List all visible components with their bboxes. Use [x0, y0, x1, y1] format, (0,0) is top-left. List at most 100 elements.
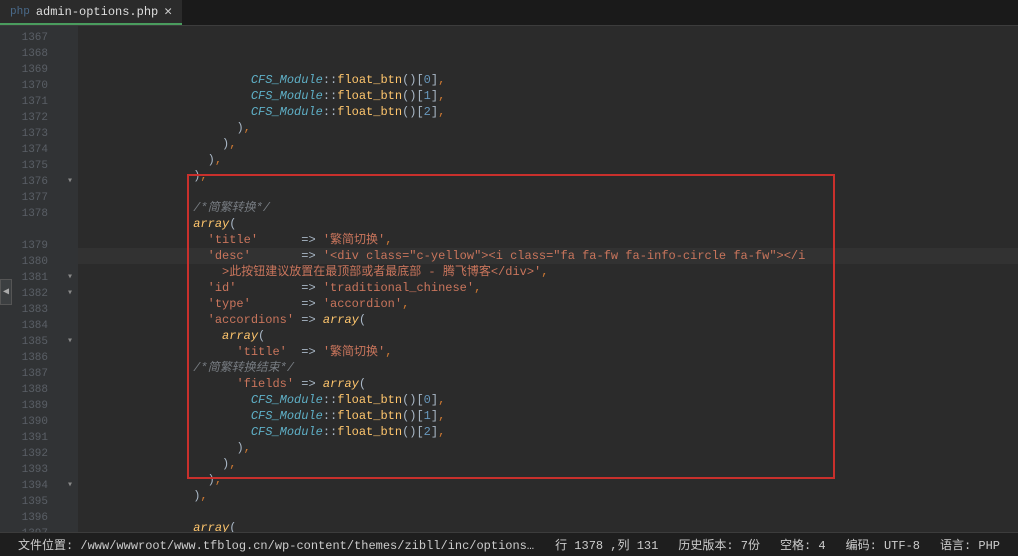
status-language[interactable]: 语言: PHP [930, 536, 1010, 553]
code-line[interactable]: ), [78, 120, 1018, 136]
code-line[interactable]: 'desc' => '<div class="c-yellow"><i clas… [78, 248, 1018, 264]
fold-marker [62, 94, 78, 110]
fold-marker[interactable]: ▾ [62, 174, 78, 190]
code-line[interactable]: ), [78, 440, 1018, 456]
fold-marker [62, 142, 78, 158]
line-number: 1380 [0, 254, 62, 270]
status-line-col[interactable]: 行 1378 ,列 131 [545, 536, 668, 553]
line-number: 1378 [0, 206, 62, 222]
fold-marker [62, 414, 78, 430]
status-encoding[interactable]: 编码: UTF-8 [836, 536, 930, 553]
fold-marker [62, 222, 78, 238]
line-number: 1374 [0, 142, 62, 158]
code-line[interactable]: CFS_Module::float_btn()[1], [78, 88, 1018, 104]
fold-marker [62, 206, 78, 222]
fold-marker [62, 190, 78, 206]
fold-marker [62, 462, 78, 478]
line-number: 1388 [0, 382, 62, 398]
php-file-icon: php [10, 6, 30, 18]
code-line[interactable]: 'fields' => array( [78, 376, 1018, 392]
status-spaces[interactable]: 空格: 4 [770, 536, 836, 553]
code-line[interactable]: CFS_Module::float_btn()[0], [78, 392, 1018, 408]
line-number: 1376 [0, 174, 62, 190]
line-number: 1369 [0, 62, 62, 78]
code-line[interactable]: ), [78, 488, 1018, 504]
code-line[interactable]: ), [78, 472, 1018, 488]
code-line[interactable] [78, 504, 1018, 520]
line-number: 1368 [0, 46, 62, 62]
line-number: 1375 [0, 158, 62, 174]
code-line[interactable]: array( [78, 216, 1018, 232]
code-line[interactable]: CFS_Module::float_btn()[2], [78, 424, 1018, 440]
fold-marker[interactable]: ▾ [62, 270, 78, 286]
line-number: 1385 [0, 334, 62, 350]
close-icon[interactable]: ✕ [164, 4, 172, 19]
code-line[interactable]: 'id' => 'traditional_chinese', [78, 280, 1018, 296]
code-line[interactable]: ), [78, 168, 1018, 184]
line-number: 1394 [0, 478, 62, 494]
line-number: 1395 [0, 494, 62, 510]
line-number: 1379 [0, 238, 62, 254]
fold-marker [62, 126, 78, 142]
line-number [0, 222, 62, 238]
code-line[interactable]: ), [78, 456, 1018, 472]
fold-marker [62, 366, 78, 382]
status-path[interactable]: 文件位置: /www/wwwroot/www.tfblog.cn/wp-cont… [8, 536, 545, 553]
fold-marker [62, 110, 78, 126]
status-history[interactable]: 历史版本: 7份 [668, 536, 770, 553]
fold-column: ▾▾▾▾▾ [62, 26, 78, 532]
fold-marker [62, 494, 78, 510]
code-line[interactable]: array( [78, 328, 1018, 344]
fold-marker [62, 430, 78, 446]
fold-marker [62, 30, 78, 46]
line-number: 1393 [0, 462, 62, 478]
code-line[interactable]: 'accordions' => array( [78, 312, 1018, 328]
line-number: 1392 [0, 446, 62, 462]
line-number: 1386 [0, 350, 62, 366]
code-area[interactable]: CFS_Module::float_btn()[0], CFS_Module::… [78, 26, 1018, 532]
code-line[interactable]: 'type' => 'accordion', [78, 296, 1018, 312]
line-number: 1370 [0, 78, 62, 94]
fold-marker [62, 382, 78, 398]
fold-marker[interactable]: ▾ [62, 286, 78, 302]
fold-marker [62, 62, 78, 78]
fold-marker [62, 350, 78, 366]
fold-marker[interactable]: ▾ [62, 478, 78, 494]
fold-marker [62, 446, 78, 462]
fold-marker [62, 254, 78, 270]
fold-marker [62, 46, 78, 62]
line-number: 1384 [0, 318, 62, 334]
tab-filename: admin-options.php [36, 5, 158, 19]
line-number: 1396 [0, 510, 62, 526]
fold-marker[interactable]: ▾ [62, 334, 78, 350]
line-number: 1373 [0, 126, 62, 142]
fold-marker [62, 238, 78, 254]
fold-marker [62, 302, 78, 318]
code-line[interactable]: CFS_Module::float_btn()[1], [78, 408, 1018, 424]
code-line[interactable]: >此按钮建议放置在最顶部或者最底部 - 腾飞博客</div>', [78, 264, 1018, 280]
code-line[interactable]: ), [78, 152, 1018, 168]
code-line[interactable]: /*简繁转换*/ [78, 200, 1018, 216]
line-number: 1371 [0, 94, 62, 110]
code-line[interactable]: 'title' => '繁简切换', [78, 344, 1018, 360]
line-number: 1377 [0, 190, 62, 206]
line-number: 1367 [0, 30, 62, 46]
fold-marker [62, 318, 78, 334]
fold-marker [62, 158, 78, 174]
code-line[interactable]: array( [78, 520, 1018, 532]
code-line[interactable] [78, 184, 1018, 200]
fold-marker [62, 78, 78, 94]
tab-bar: php admin-options.php ✕ [0, 0, 1018, 26]
fold-marker [62, 510, 78, 526]
code-line[interactable]: ), [78, 136, 1018, 152]
editor: ◀ 13671368136913701371137213731374137513… [0, 26, 1018, 532]
tab-active[interactable]: php admin-options.php ✕ [0, 0, 182, 25]
code-line[interactable]: /*简繁转换结束*/ [78, 360, 1018, 376]
line-number: 1389 [0, 398, 62, 414]
fold-marker [62, 398, 78, 414]
panel-collapse-handle[interactable]: ◀ [0, 279, 12, 305]
code-line[interactable]: 'title' => '繁简切换', [78, 232, 1018, 248]
code-line[interactable]: CFS_Module::float_btn()[0], [78, 72, 1018, 88]
code-line[interactable]: CFS_Module::float_btn()[2], [78, 104, 1018, 120]
status-bar: 文件位置: /www/wwwroot/www.tfblog.cn/wp-cont… [0, 532, 1018, 556]
